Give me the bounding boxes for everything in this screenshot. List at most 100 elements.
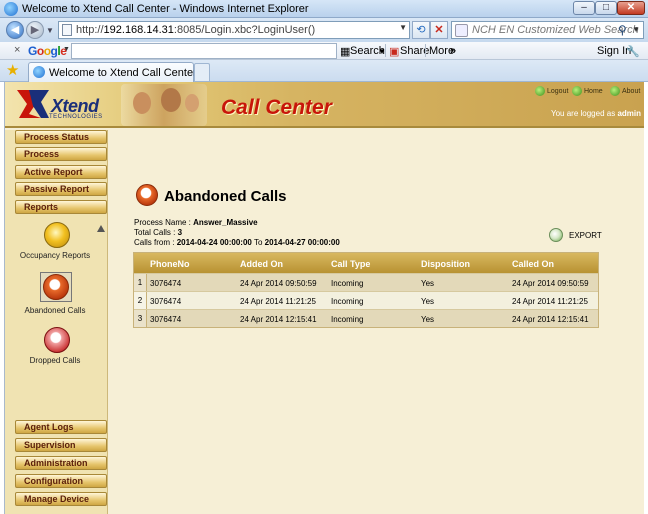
web-page: Xtend TECHNOLOGIES Call Center Logout Ho… (4, 82, 644, 514)
column-header-disposition[interactable]: Disposition (421, 259, 470, 269)
forward-button[interactable]: ▶ (26, 21, 44, 39)
back-button[interactable]: ◀ (6, 21, 24, 39)
xtend-logo-icon (17, 90, 49, 118)
nav-passive-report[interactable]: Passive Report (15, 182, 107, 196)
left-navigation: Process Status Process Active Report Pas… (5, 130, 108, 514)
tab-call-center[interactable]: Welcome to Xtend Call Center (28, 62, 197, 82)
logout-link[interactable]: Logout (535, 86, 568, 96)
cell-added-on: 24 Apr 2014 12:15:41 (240, 315, 317, 324)
close-toolbar-icon[interactable]: × (14, 44, 20, 56)
share-icon: ▣ (389, 46, 400, 58)
about-link[interactable]: About (610, 86, 640, 96)
abandoned-calls-title-icon (136, 184, 158, 206)
toolbar-separator (385, 44, 386, 57)
maximize-button[interactable]: □ (595, 1, 617, 15)
nav-reports[interactable]: Reports (15, 200, 107, 214)
tab-label: Welcome to Xtend Call Center (49, 67, 197, 79)
refresh-icon[interactable]: ⟲ (412, 21, 430, 39)
stop-icon[interactable]: ✕ (430, 21, 448, 39)
nav-process-status[interactable]: Process Status (15, 130, 107, 144)
row-index: 2 (134, 292, 147, 309)
address-dropdown-icon[interactable]: ▼ (399, 23, 407, 32)
search-engine-icon (455, 24, 468, 37)
row-index: 3 (134, 310, 147, 327)
cell-disposition: Yes (421, 297, 435, 306)
cell-added-on: 24 Apr 2014 11:21:25 (240, 297, 316, 306)
cell-call-type: Incoming (331, 297, 364, 306)
nav-agent-logs[interactable]: Agent Logs (15, 420, 107, 434)
header-photo (121, 84, 207, 126)
table-row[interactable]: 3 3076474 24 Apr 2014 12:15:41 Incoming … (134, 309, 598, 327)
favorites-star-icon[interactable]: ★ (6, 62, 19, 79)
dropped-calls-icon (44, 327, 70, 353)
cell-called-on: 24 Apr 2014 09:50:59 (512, 279, 589, 288)
cell-disposition: Yes (421, 315, 435, 324)
abandoned-calls-label: Abandoned Calls (24, 306, 86, 315)
address-toolbar: ◀ ▶ ▼ http://192.168.14.31:8085/Login.xb… (0, 18, 648, 42)
total-calls-line: Total Calls : 3 (134, 228, 183, 237)
google-search-icon: ▦ (340, 46, 351, 58)
cell-phoneno: 3076474 (150, 279, 182, 288)
close-window-button[interactable]: ✕ (617, 1, 645, 15)
app-title: Call Center (221, 96, 332, 119)
table-row[interactable]: 1 3076474 24 Apr 2014 09:50:59 Incoming … (134, 273, 598, 291)
logged-in-status: You are logged as admin (551, 109, 641, 118)
row-index: 1 (134, 274, 147, 291)
window-title: Welcome to Xtend Call Center - Windows I… (22, 3, 309, 15)
google-dropdown-icon[interactable]: ▼ (63, 46, 70, 53)
column-header-called-on[interactable]: Called On (512, 259, 554, 269)
export-icon (549, 228, 563, 242)
google-search-input[interactable] (71, 43, 337, 59)
cell-called-on: 24 Apr 2014 12:15:41 (512, 315, 589, 324)
new-tab-button[interactable] (194, 63, 210, 81)
toolbar-separator (425, 44, 426, 57)
search-options-dropdown-icon[interactable]: ▼ (632, 25, 640, 34)
nav-supervision[interactable]: Supervision (15, 438, 107, 452)
nav-administration[interactable]: Administration (15, 456, 107, 470)
tab-bar: ★ Welcome to Xtend Call Center (0, 60, 648, 82)
logo-subtitle: TECHNOLOGIES (49, 114, 103, 120)
more-chevron-icon: » (450, 45, 457, 57)
table-row[interactable]: 2 3076474 24 Apr 2014 11:21:25 Incoming … (134, 291, 598, 309)
column-header-added-on[interactable]: Added On (240, 259, 283, 269)
column-header-phoneno[interactable]: PhoneNo (150, 259, 190, 269)
minimize-button[interactable]: – (573, 1, 595, 15)
tab-ie-icon (33, 66, 45, 78)
google-toolbar: × Google ▼ ▦ Search ▼ ▣ Share More » Sig… (0, 42, 648, 60)
occupancy-reports-label: Occupancy Reports (19, 251, 91, 260)
ie-logo-icon (4, 2, 18, 16)
page-icon (62, 24, 72, 36)
export-label: EXPORT (569, 231, 602, 240)
abandoned-calls-icon (43, 274, 69, 300)
report-abandoned-calls[interactable]: Abandoned Calls (5, 272, 105, 316)
table-header-row: PhoneNo Added On Call Type Disposition C… (134, 253, 598, 273)
cell-phoneno: 3076474 (150, 297, 182, 306)
cell-call-type: Incoming (331, 279, 364, 288)
app-header: Xtend TECHNOLOGIES Call Center Logout Ho… (5, 82, 644, 128)
nav-configuration[interactable]: Configuration (15, 474, 107, 488)
cell-called-on: 24 Apr 2014 11:21:25 (512, 297, 588, 306)
report-occupancy[interactable]: Occupancy Reports (5, 222, 105, 262)
page-title: Abandoned Calls (164, 188, 287, 205)
dropped-calls-label: Dropped Calls (29, 356, 81, 365)
home-link[interactable]: Home (572, 86, 603, 96)
column-header-call-type[interactable]: Call Type (331, 259, 370, 269)
address-url: http://192.168.14.31:8085/Login.xbc?Logi… (76, 24, 316, 36)
index-header (134, 253, 147, 273)
date-range-line: Calls from : 2014-04-24 00:00:00 To 2014… (134, 238, 340, 247)
search-icon[interactable]: ⚲ (618, 23, 627, 37)
address-bar[interactable]: http://192.168.14.31:8085/Login.xbc?Logi… (58, 21, 410, 39)
history-dropdown-icon[interactable]: ▼ (45, 23, 55, 41)
abandoned-calls-table: PhoneNo Added On Call Type Disposition C… (133, 252, 599, 328)
home-icon (572, 86, 582, 96)
wrench-icon[interactable]: 🔧 (626, 45, 640, 58)
about-icon (610, 86, 620, 96)
google-logo: Google (28, 44, 67, 58)
process-name-line: Process Name : Answer_Massive (134, 218, 258, 227)
nav-active-report[interactable]: Active Report (15, 165, 107, 179)
cell-phoneno: 3076474 (150, 315, 182, 324)
nav-manage-device[interactable]: Manage Device (15, 492, 107, 506)
nav-process[interactable]: Process (15, 147, 107, 161)
report-dropped-calls[interactable]: Dropped Calls (5, 327, 105, 367)
web-search-input[interactable]: NCH EN Customized Web Search ⚲ ▼ (451, 21, 644, 39)
